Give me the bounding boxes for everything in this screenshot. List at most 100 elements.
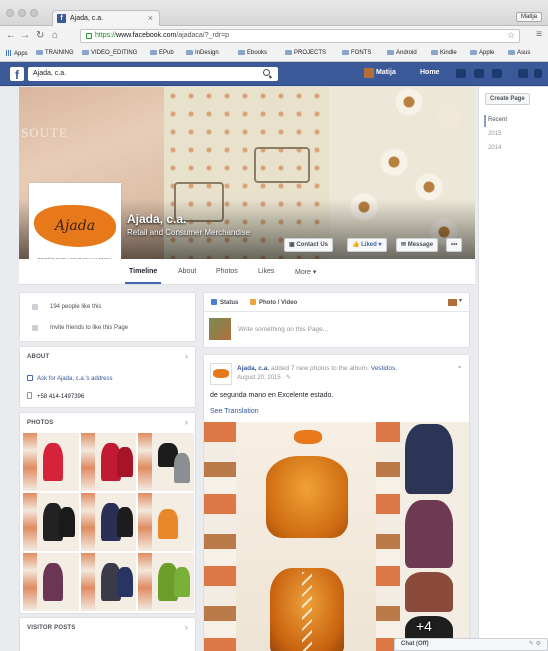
chat-settings-icon[interactable]: ✎ ⚙ xyxy=(529,640,541,647)
tab-more[interactable]: More ▾ xyxy=(295,268,316,276)
post-author-avatar[interactable] xyxy=(210,363,232,385)
bookmark-folder[interactable]: Android xyxy=(387,50,417,56)
photo-thumbnail[interactable] xyxy=(23,493,79,551)
dress-image xyxy=(116,447,133,477)
post-as-page-selector[interactable] xyxy=(448,297,462,306)
post-composer: Status Photo / Video Write something on … xyxy=(203,292,471,348)
bookmark-folder[interactable]: VIDEO_EDITING xyxy=(82,50,137,56)
message-button[interactable]: ✉ Message xyxy=(396,238,439,252)
photo-grid xyxy=(23,433,194,611)
more-photos-count[interactable]: +4 xyxy=(416,618,432,634)
create-page-button[interactable]: Create Page xyxy=(485,93,530,105)
bookmark-folder[interactable]: Apple xyxy=(470,50,494,56)
facebook-search-input[interactable]: Ajada, c.a. xyxy=(28,67,278,81)
bookmark-apps[interactable]: Apps xyxy=(6,50,28,57)
tab-close-icon[interactable]: × xyxy=(148,13,153,23)
bookmark-star-icon[interactable]: ☆ xyxy=(507,30,515,41)
folder-icon xyxy=(431,50,438,55)
tab-likes[interactable]: Likes xyxy=(258,268,274,275)
address-bar[interactable]: https://www.facebook.com/ajadaca/?_rdr=p… xyxy=(80,29,520,43)
dress-image xyxy=(174,567,191,597)
page-title[interactable]: Ajada, c.a. xyxy=(127,212,186,226)
year-indicator xyxy=(484,115,486,127)
lock-shortcuts-icon[interactable] xyxy=(518,69,528,78)
visitor-posts-heading[interactable]: VISITOR POSTS xyxy=(27,625,76,631)
folder-icon xyxy=(387,50,394,55)
post-timestamp[interactable]: August 20, 2015 · ✎ xyxy=(237,374,291,381)
home-link[interactable]: Home xyxy=(420,69,439,76)
dress-image xyxy=(43,563,63,601)
see-translation-link[interactable]: See Translation xyxy=(210,408,259,415)
friend-requests-icon[interactable] xyxy=(456,69,466,78)
timeline-year-2014[interactable]: 2014 xyxy=(488,145,501,151)
photo-thumbnail[interactable] xyxy=(138,493,194,551)
zoom-window-button[interactable] xyxy=(30,9,38,17)
post-author-link[interactable]: Ajada, c.a. xyxy=(237,365,269,372)
chat-bar[interactable]: Chat (Off) ✎ ⚙ xyxy=(394,638,548,651)
about-heading[interactable]: ABOUT xyxy=(27,354,49,360)
photo-thumbnail[interactable] xyxy=(138,433,194,491)
likes-count-row[interactable]: 194 people like this xyxy=(32,304,101,310)
photo-thumbnail[interactable] xyxy=(138,553,194,611)
bookmark-folder[interactable]: TRAINING xyxy=(36,50,74,56)
dress-image xyxy=(43,443,63,481)
post-photo-collage[interactable]: +4 xyxy=(204,422,469,651)
photo-video-tab[interactable]: Photo / Video xyxy=(250,299,297,306)
status-tab[interactable]: Status xyxy=(211,299,238,306)
browser-profile-button[interactable]: Matija xyxy=(515,12,542,22)
chevron-right-icon[interactable]: › xyxy=(185,622,188,632)
tab-photos[interactable]: Photos xyxy=(216,268,238,275)
bookmark-folder[interactable]: Kindle xyxy=(431,50,457,56)
photo-thumbnail[interactable] xyxy=(23,433,79,491)
photo-thumbnail[interactable] xyxy=(80,433,137,491)
photo-thumbnail[interactable] xyxy=(23,553,79,611)
home-icon[interactable]: ⌂ xyxy=(52,30,58,42)
liked-button[interactable]: 👍 Liked ▾ xyxy=(347,238,387,252)
tab-about[interactable]: About xyxy=(178,268,196,275)
bookmark-folder[interactable]: EPub xyxy=(150,50,174,56)
tab-timeline[interactable]: Timeline xyxy=(124,268,162,284)
photo-thumbnail[interactable] xyxy=(80,553,137,611)
bookmark-folder[interactable]: Ebooks xyxy=(238,50,267,56)
bookmark-folder[interactable]: FONTS xyxy=(342,50,371,56)
user-name-link[interactable]: Matija xyxy=(376,69,396,76)
back-arrow-icon[interactable]: ← xyxy=(6,30,16,42)
search-icon[interactable] xyxy=(263,69,270,76)
album-link[interactable]: Vestidos. xyxy=(371,365,397,372)
browser-menu-icon[interactable]: ≡ xyxy=(536,29,542,40)
side-dress-photos[interactable] xyxy=(400,422,460,651)
photo-thumbnail[interactable] xyxy=(80,493,137,551)
visitor-posts-card: VISITOR POSTS › xyxy=(19,617,196,651)
timeline-year-2015[interactable]: 2015 xyxy=(488,131,501,137)
bookmark-folder[interactable]: PROJECTS xyxy=(285,50,326,56)
composer-input[interactable]: Write something on this Page... xyxy=(238,326,328,333)
more-options-button[interactable]: ••• xyxy=(446,238,463,252)
forward-arrow-icon[interactable]: → xyxy=(20,30,30,42)
facebook-logo-icon[interactable]: f xyxy=(10,67,24,82)
messages-icon[interactable] xyxy=(474,69,484,78)
chevron-right-icon[interactable]: › xyxy=(185,351,188,361)
reload-icon[interactable]: ↻ xyxy=(36,30,44,42)
photos-heading[interactable]: PHOTOS xyxy=(27,420,53,426)
bookmark-folder[interactable]: Asus xyxy=(508,50,530,56)
user-avatar[interactable] xyxy=(364,68,374,78)
chevron-right-icon[interactable]: › xyxy=(185,417,188,427)
post-body-text: de segunda mano en Excelente estado. xyxy=(210,392,334,399)
notifications-icon[interactable] xyxy=(492,69,502,78)
post-action-text: added 7 new photos to the album: xyxy=(270,365,369,372)
folder-icon xyxy=(508,50,515,55)
bookmark-folder[interactable]: InDesign xyxy=(186,50,219,56)
invite-friends-row[interactable]: Invite friends to like this Page xyxy=(32,325,128,331)
browser-tab[interactable]: f Ajada, c.a. × xyxy=(52,10,160,26)
folder-icon xyxy=(150,50,157,55)
timeline-year-recent[interactable]: Recent xyxy=(488,117,507,123)
photo-video-label: Photo / Video xyxy=(259,300,298,306)
minimize-window-button[interactable] xyxy=(18,9,26,17)
status-label: Status xyxy=(220,300,239,306)
close-window-button[interactable] xyxy=(6,9,14,17)
contact-us-button[interactable]: ▣ Contact Us xyxy=(284,238,334,252)
account-menu-icon[interactable] xyxy=(534,69,542,78)
post-options-chevron-icon[interactable]: ⌄ xyxy=(456,361,463,370)
orange-corset-photo[interactable] xyxy=(236,422,376,651)
ask-address-link[interactable]: Ask for Ajada, c.a.'s address xyxy=(27,375,113,382)
